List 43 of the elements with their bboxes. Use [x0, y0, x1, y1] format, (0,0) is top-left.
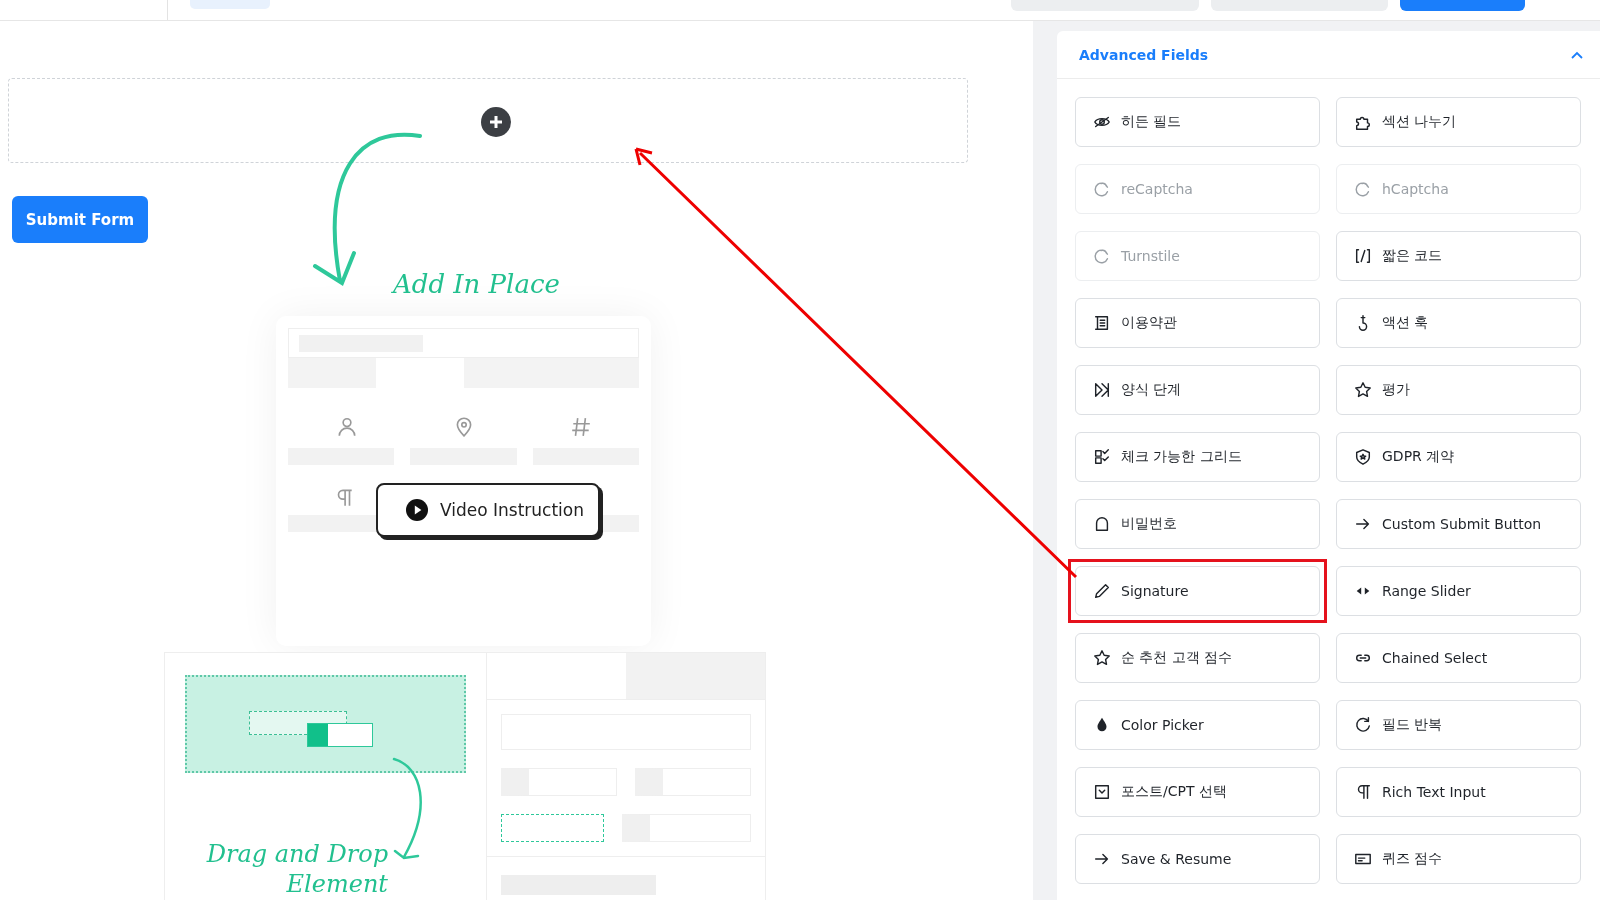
- field-button[interactable]: Color Picker: [1075, 700, 1320, 750]
- field-button[interactable]: 순 추천 고객 점수: [1075, 633, 1320, 683]
- shield-star-icon: [1354, 448, 1372, 466]
- field-button[interactable]: 액션 훅: [1336, 298, 1581, 348]
- panel-header[interactable]: Advanced Fields: [1057, 31, 1600, 79]
- field-button[interactable]: Rich Text Input: [1336, 767, 1581, 817]
- dropdown-box-icon: [1093, 783, 1111, 801]
- field-button[interactable]: 짧은 코드: [1336, 231, 1581, 281]
- toolbar-button[interactable]: [1400, 0, 1525, 11]
- plus-icon[interactable]: [481, 107, 511, 137]
- rotate-icon: [1354, 716, 1372, 734]
- checklist-grid-icon: [1093, 448, 1111, 466]
- field-button[interactable]: Chained Select: [1336, 633, 1581, 683]
- field-button[interactable]: Save & Resume: [1075, 834, 1320, 884]
- refresh-arrow-icon: [1093, 247, 1111, 265]
- play-icon: [406, 499, 428, 521]
- fast-forward-icon: [1093, 381, 1111, 399]
- document-icon: [1093, 314, 1111, 332]
- field-button[interactable]: 히든 필드: [1075, 97, 1320, 147]
- star-icon: [1354, 381, 1372, 399]
- field-button[interactable]: 이용약관: [1075, 298, 1320, 348]
- field-button[interactable]: 포스트/CPT 선택: [1075, 767, 1320, 817]
- pencil-icon: [1093, 582, 1111, 600]
- field-button[interactable]: Range Slider: [1336, 566, 1581, 616]
- field-button[interactable]: 평가: [1336, 365, 1581, 415]
- field-button[interactable]: Custom Submit Button: [1336, 499, 1581, 549]
- code-brackets-icon: [1354, 247, 1372, 265]
- field-button[interactable]: GDPR 계약: [1336, 432, 1581, 482]
- field-button[interactable]: 비밀번호: [1075, 499, 1320, 549]
- field-button[interactable]: 체크 가능한 그리드: [1075, 432, 1320, 482]
- field-button[interactable]: 양식 단계: [1075, 365, 1320, 415]
- submit-form-button[interactable]: Submit Form: [12, 196, 148, 243]
- star-icon: [1093, 649, 1111, 667]
- field-button[interactable]: 퀴즈 점수: [1336, 834, 1581, 884]
- field-button[interactable]: Signature: [1075, 566, 1320, 616]
- field-button[interactable]: 섹션 나누기: [1336, 97, 1581, 147]
- field-button[interactable]: 필드 반복: [1336, 700, 1581, 750]
- refresh-arrow-icon: [1093, 180, 1111, 198]
- drag-and-drop-label: Drag and Drop Element: [205, 839, 388, 899]
- panel-title: Advanced Fields: [1079, 46, 1209, 63]
- video-instruction-button[interactable]: Video Instruction: [376, 483, 600, 537]
- add-in-place-label: Add In Place: [393, 269, 560, 299]
- refresh-arrow-icon: [1354, 180, 1372, 198]
